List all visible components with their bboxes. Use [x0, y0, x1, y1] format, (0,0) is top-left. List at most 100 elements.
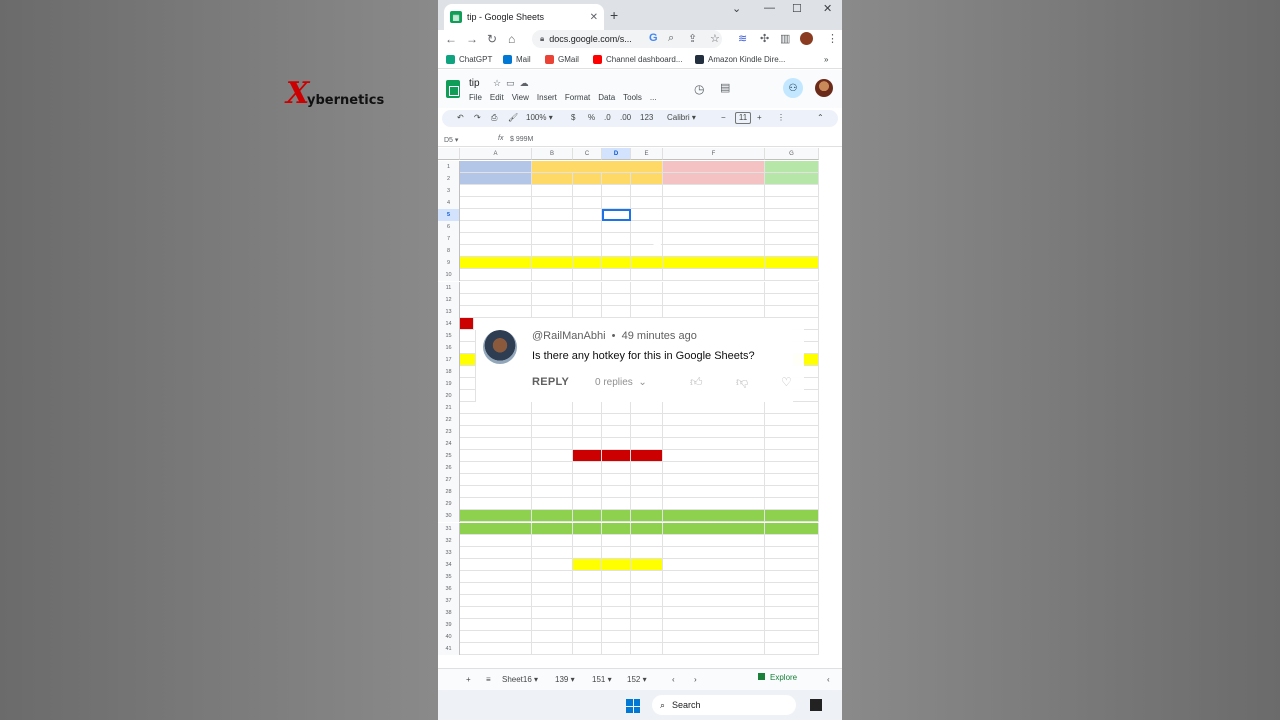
extension-wave-icon[interactable]: ≋ — [738, 32, 747, 45]
phone-cell[interactable] — [765, 414, 819, 427]
name-cell[interactable] — [460, 377, 476, 390]
sales-2022-cell[interactable] — [602, 498, 631, 511]
sales-2022-cell[interactable] — [602, 281, 631, 294]
font-size-decrease-button[interactable]: − — [721, 113, 726, 122]
email-cell[interactable] — [663, 486, 765, 499]
email-cell[interactable] — [663, 245, 765, 258]
decrease-decimal-button[interactable]: .0 — [604, 113, 611, 122]
name-cell[interactable] — [460, 353, 476, 366]
total-cell[interactable] — [631, 185, 663, 198]
empty-cell[interactable] — [663, 606, 765, 619]
taskbar-search-input[interactable]: ⌕ Search — [652, 695, 796, 715]
total-cell[interactable] — [631, 534, 663, 547]
empty-cell[interactable] — [573, 606, 602, 619]
sales-2021-cell[interactable] — [573, 185, 602, 198]
sales-2022-cell[interactable] — [602, 426, 631, 439]
phone-cell[interactable] — [765, 522, 819, 535]
total-cell[interactable] — [631, 281, 663, 294]
total-cell[interactable] — [631, 426, 663, 439]
sheet-tab[interactable]: 139 ▾ — [555, 675, 575, 684]
row-header[interactable]: 9 — [438, 257, 460, 270]
redo-icon[interactable]: ↷ — [474, 113, 481, 122]
scroll-tabs-left-icon[interactable]: ‹ — [672, 675, 675, 684]
header-blank[interactable] — [460, 161, 532, 174]
percent-format-button[interactable]: % — [588, 113, 595, 122]
close-tab-icon[interactable]: ✕ — [590, 12, 598, 23]
menu-insert[interactable]: Insert — [537, 93, 557, 102]
sales-2020-cell[interactable] — [532, 450, 573, 463]
sales-2021-cell[interactable] — [573, 293, 602, 306]
email-cell[interactable] — [663, 185, 765, 198]
bookmark-star-icon[interactable]: ☆ — [710, 32, 720, 45]
add-sheet-button[interactable]: + — [466, 675, 471, 684]
document-title[interactable]: tip — [469, 78, 480, 89]
sales-2022-cell[interactable] — [602, 558, 631, 571]
bookmark-channel-dashboard[interactable]: Channel dashboard... — [593, 55, 683, 64]
total-cell[interactable] — [631, 546, 663, 559]
row-header[interactable]: 32 — [438, 534, 460, 547]
name-cell[interactable] — [460, 426, 532, 439]
email-cell[interactable] — [663, 426, 765, 439]
font-size-increase-button[interactable]: + — [757, 113, 762, 122]
row-header[interactable]: 25 — [438, 450, 460, 463]
phone-cell[interactable] — [765, 462, 819, 475]
empty-cell[interactable] — [765, 630, 819, 643]
sales-2021-cell[interactable] — [573, 209, 602, 222]
sales-2020-cell[interactable] — [532, 582, 573, 595]
reply-button[interactable]: REPLY — [532, 376, 569, 388]
total-header[interactable] — [631, 173, 663, 186]
sales-2021-cell[interactable] — [573, 233, 602, 246]
select-all-corner[interactable] — [438, 148, 460, 160]
email-cell[interactable] — [663, 197, 765, 210]
empty-cell[interactable] — [532, 618, 573, 631]
sales-2021-cell[interactable] — [573, 402, 602, 415]
row-header[interactable]: 20 — [438, 389, 460, 402]
phone-cell[interactable] — [765, 570, 819, 583]
sales-2021-cell[interactable] — [573, 522, 602, 535]
total-cell[interactable] — [631, 293, 663, 306]
sales-2020-cell[interactable] — [532, 245, 573, 258]
name-cell[interactable] — [460, 486, 532, 499]
sales-2021-cell[interactable] — [573, 498, 602, 511]
empty-cell[interactable] — [532, 606, 573, 619]
empty-cell[interactable] — [532, 594, 573, 607]
star-icon[interactable]: ☆ — [493, 78, 506, 88]
row-header[interactable]: 40 — [438, 630, 460, 643]
total-cell[interactable] — [631, 450, 663, 463]
phone-cell[interactable] — [765, 185, 819, 198]
phone-cell[interactable] — [765, 426, 819, 439]
empty-cell[interactable] — [663, 618, 765, 631]
comment-username[interactable]: @RailManAbhi — [532, 330, 606, 342]
comments-icon[interactable]: ▤ — [720, 81, 730, 94]
phone-cell[interactable] — [765, 474, 819, 487]
phone-cell[interactable] — [765, 245, 819, 258]
formula-input[interactable]: $ 999M — [510, 136, 533, 143]
sales-2020-cell[interactable] — [532, 221, 573, 234]
menu-view[interactable]: View — [512, 93, 529, 102]
sales-2021-cell[interactable] — [573, 281, 602, 294]
bookmark-mail[interactable]: Mail — [503, 55, 531, 64]
empty-cell[interactable] — [573, 630, 602, 643]
menu-more[interactable]: ... — [650, 93, 657, 102]
name-cell[interactable] — [460, 221, 532, 234]
name-cell[interactable] — [460, 209, 532, 222]
browser-tab[interactable]: ▦ tip - Google Sheets ✕ — [444, 4, 604, 30]
empty-cell[interactable] — [602, 643, 631, 656]
row-header[interactable]: 5 — [438, 209, 460, 222]
increase-decimal-button[interactable]: .00 — [620, 113, 631, 122]
phone-cell[interactable] — [765, 450, 819, 463]
email-cell[interactable] — [663, 534, 765, 547]
bookmark-amazon-kindle[interactable]: Amazon Kindle Dire... — [695, 55, 785, 64]
empty-cell[interactable] — [631, 643, 663, 656]
sales-2022-cell[interactable] — [602, 269, 631, 282]
sales-2020-cell[interactable] — [532, 293, 573, 306]
sales-2022-cell[interactable] — [602, 438, 631, 451]
sales-2022-cell[interactable] — [602, 402, 631, 415]
row-header[interactable]: 7 — [438, 233, 460, 246]
row-header[interactable]: 30 — [438, 510, 460, 523]
email-cell[interactable] — [663, 558, 765, 571]
name-cell[interactable] — [460, 269, 532, 282]
collapse-toolbar-icon[interactable]: ⌃ — [817, 113, 824, 122]
move-folder-icon[interactable]: ▭ — [506, 78, 520, 88]
sales-2022-cell[interactable] — [602, 570, 631, 583]
